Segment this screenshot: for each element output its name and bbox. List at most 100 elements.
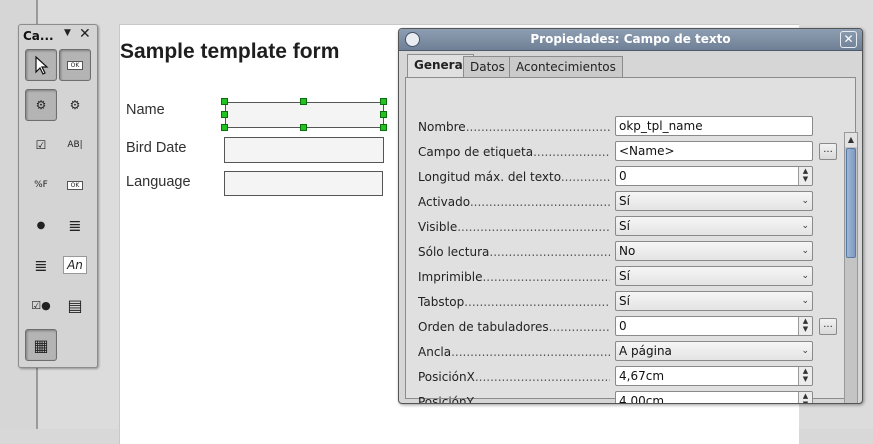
option-button-button[interactable]: ● xyxy=(25,209,57,241)
scroll-up-icon[interactable]: ▲ xyxy=(845,133,857,147)
property-label: Tabstop xyxy=(418,295,465,309)
dropdown-chevron-icon[interactable]: ⌄ xyxy=(801,192,809,210)
design-mode-icon: OK xyxy=(66,60,84,70)
label-imprimible: Imprimible..............................… xyxy=(418,270,610,284)
tab-acontecimientos[interactable]: Acontecimientos xyxy=(509,56,623,77)
field-ancla[interactable]: A página ⌄ xyxy=(615,341,813,361)
property-label: PosiciónY xyxy=(418,395,472,404)
label-ancla: Ancla...................................… xyxy=(418,345,610,359)
scrollbar-thumb[interactable] xyxy=(846,148,856,258)
leader-dots: ........................................… xyxy=(482,270,610,284)
label-field-button[interactable]: An xyxy=(59,249,91,281)
selection-handle[interactable] xyxy=(221,111,228,118)
spin-arrows-icon[interactable]: ▲ ▼ xyxy=(798,367,812,385)
check-box-button[interactable]: ☑ xyxy=(25,129,57,161)
property-label: Imprimible xyxy=(418,270,483,284)
list-box-button[interactable]: ≣ xyxy=(59,209,91,241)
label-tabstop: Tabstop.................................… xyxy=(418,295,610,309)
language-field[interactable] xyxy=(224,171,383,196)
field-value: Sí xyxy=(619,294,630,308)
field-value: 0 xyxy=(619,319,627,333)
text-box-button[interactable]: AB| xyxy=(59,129,91,161)
dropdown-chevron-icon[interactable]: ⌄ xyxy=(801,217,809,235)
field-value: 4,00cm xyxy=(619,394,665,404)
dropdown-chevron-icon[interactable]: ⌄ xyxy=(801,342,809,360)
leader-dots: ........................................… xyxy=(451,345,610,359)
property-label: Sólo lectura xyxy=(418,245,490,259)
spin-arrows-icon[interactable]: ▲ ▼ xyxy=(798,392,812,403)
toolbar-menu-icon[interactable]: ▼ xyxy=(64,28,71,38)
more-controls-button[interactable]: ☑● xyxy=(25,289,57,321)
field-imprimible[interactable]: Sí ⌄ xyxy=(615,266,813,286)
label-nombre: Nombre..................................… xyxy=(418,120,610,134)
property-label: Campo de etiqueta xyxy=(418,145,534,159)
leader-dots: ........................................… xyxy=(474,370,610,384)
toolbar-close-icon[interactable]: ✕ xyxy=(79,26,91,42)
field-posicionx[interactable]: 4,67cm ▲ ▼ xyxy=(615,366,813,386)
property-label: Nombre xyxy=(418,120,466,134)
wizards-button[interactable]: ▦ xyxy=(25,329,57,361)
field-value: Sí xyxy=(619,194,630,208)
field-campo-de-etiqueta[interactable]: <Name> xyxy=(615,141,813,161)
field-value: 0 xyxy=(619,169,627,183)
leader-dots: ........................................… xyxy=(471,395,610,404)
form-properties-icon: ⚙ xyxy=(69,98,81,112)
label-field-icon: An xyxy=(63,256,87,274)
selection-handle[interactable] xyxy=(221,124,228,131)
field-longitud-max-del-texto[interactable]: 0 ▲ ▼ xyxy=(615,166,813,186)
selection-handle[interactable] xyxy=(300,124,307,131)
properties-scrollbar[interactable]: ▲ ▼ xyxy=(844,132,858,403)
spin-arrows-icon[interactable]: ▲ ▼ xyxy=(798,167,812,185)
label-activado: Activado................................… xyxy=(418,195,610,209)
field-value: Sí xyxy=(619,269,630,283)
ellipsis-button-campo-de-etiqueta[interactable]: ... xyxy=(819,143,837,160)
formatted-field-icon: %F xyxy=(34,180,48,190)
bird-date-label: Bird Date xyxy=(126,140,187,156)
push-button-button[interactable]: OK xyxy=(59,169,91,201)
selection-handle[interactable] xyxy=(300,98,307,105)
selection-handle[interactable] xyxy=(380,98,387,105)
leader-dots: ........................................… xyxy=(457,220,610,234)
leader-dots: ........................................… xyxy=(560,170,610,184)
dialog-titlebar[interactable]: Propiedades: Campo de texto ✕ xyxy=(399,29,862,51)
properties-dialog: Propiedades: Campo de texto ✕ General Da… xyxy=(398,28,863,404)
label-visible: Visible.................................… xyxy=(418,220,610,234)
field-posiciony[interactable]: 4,00cm ▲ ▼ xyxy=(615,391,813,404)
dropdown-chevron-icon[interactable]: ⌄ xyxy=(801,242,809,260)
form-design-button[interactable]: ▤ xyxy=(59,289,91,321)
select-pointer-button[interactable] xyxy=(25,49,57,81)
dropdown-chevron-icon[interactable]: ⌄ xyxy=(801,292,809,310)
dialog-title: Propiedades: Campo de texto xyxy=(530,32,731,46)
field-nombre[interactable]: okp_tpl_name xyxy=(615,116,813,136)
field-visible[interactable]: Sí ⌄ xyxy=(615,216,813,236)
field-activado[interactable]: Sí ⌄ xyxy=(615,191,813,211)
field-value: A página xyxy=(619,344,672,358)
field-orden-de-tabuladores[interactable]: 0 ▲ ▼ xyxy=(615,316,813,336)
tab-datos[interactable]: Datos xyxy=(463,56,512,77)
label-orden-de-tabuladores: Orden de tabuladores....................… xyxy=(418,320,610,334)
name-label: Name xyxy=(126,102,165,118)
selection-handle[interactable] xyxy=(221,98,228,105)
field-solo-lectura[interactable]: No ⌄ xyxy=(615,241,813,261)
property-label: Visible xyxy=(418,220,458,234)
field-value: <Name> xyxy=(619,144,675,158)
selection-handle[interactable] xyxy=(380,124,387,131)
bird-date-field[interactable] xyxy=(224,137,384,163)
push-button-icon: OK xyxy=(66,180,84,190)
dropdown-chevron-icon[interactable]: ⌄ xyxy=(801,267,809,285)
combo-box-button[interactable]: ≣ xyxy=(25,249,57,281)
form-design-icon: ▤ xyxy=(67,295,83,315)
field-tabstop[interactable]: Sí ⌄ xyxy=(615,291,813,311)
leader-dots: ........................................… xyxy=(465,120,610,134)
selection-handle[interactable] xyxy=(380,111,387,118)
formatted-field-button[interactable]: %F xyxy=(25,169,57,201)
pointer-icon xyxy=(35,55,49,75)
label-posiciony: PosiciónY...............................… xyxy=(418,395,610,404)
ellipsis-button-orden-de-tabuladores[interactable]: ... xyxy=(819,318,837,335)
control-properties-button[interactable]: ⚙ xyxy=(25,89,57,121)
close-icon[interactable]: ✕ xyxy=(840,31,857,48)
design-mode-button[interactable]: OK xyxy=(59,49,91,81)
form-properties-button[interactable]: ⚙ xyxy=(59,89,91,121)
language-label: Language xyxy=(126,174,191,190)
spin-arrows-icon[interactable]: ▲ ▼ xyxy=(798,317,812,335)
